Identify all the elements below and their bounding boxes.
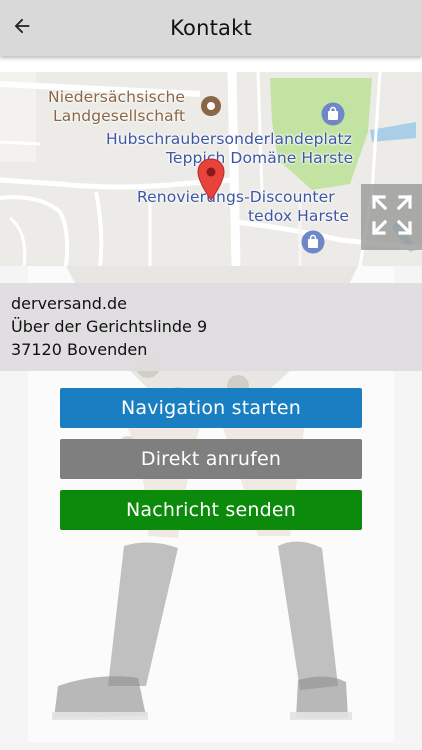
map-view[interactable]: Niedersächsische Landgesellschaft Hubsch… xyxy=(0,72,422,266)
fullscreen-icon xyxy=(370,193,414,241)
send-message-button[interactable]: Nachricht senden xyxy=(60,490,362,530)
map-label-renovierungs: Renovierungs-Discounter xyxy=(137,188,335,206)
street-address: Über der Gerichtslinde 9 xyxy=(11,317,208,336)
address-box: derversand.de Über der Gerichtslinde 9 3… xyxy=(0,283,422,371)
map-label-hubschrauber: Hubschraubersonderlandeplatz xyxy=(106,130,352,148)
map-label-teppich: Teppich Domäne Harste xyxy=(166,149,354,167)
navigation-start-button[interactable]: Navigation starten xyxy=(60,388,362,428)
place-poi-icon[interactable] xyxy=(200,95,222,121)
page-title: Kontakt xyxy=(170,16,252,40)
app-bar: Kontakt xyxy=(0,0,422,56)
fullscreen-button[interactable] xyxy=(361,184,422,250)
shopping-bag-icon[interactable] xyxy=(321,102,345,130)
shopping-bag-icon[interactable] xyxy=(301,230,325,258)
map-label-tedox: tedox Harste xyxy=(248,207,349,225)
map-label-niedersachsische: Niedersächsische xyxy=(48,88,186,106)
location-pin-icon[interactable] xyxy=(196,158,226,206)
city-address: 37120 Bovenden xyxy=(11,340,148,359)
company-name: derversand.de xyxy=(11,294,127,313)
map-label-landgesellschaft: Landgesellschaft xyxy=(53,107,186,125)
call-button[interactable]: Direkt anrufen xyxy=(60,439,362,479)
